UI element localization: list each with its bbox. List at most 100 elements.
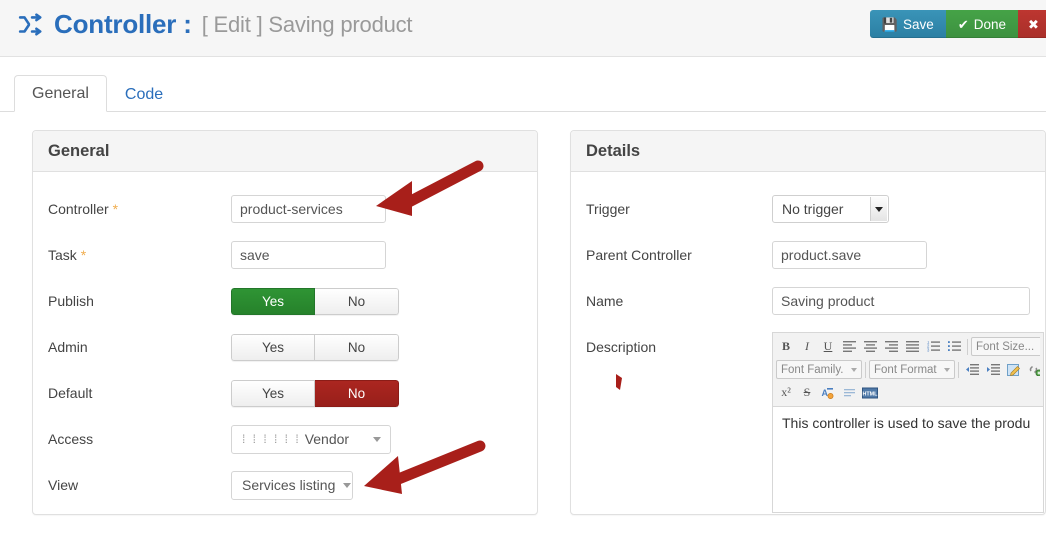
remove-format-icon[interactable]: A <box>818 383 838 403</box>
indent-icon[interactable] <box>983 360 1003 380</box>
parent-controller-input[interactable] <box>772 241 927 269</box>
tab-code[interactable]: Code <box>107 76 181 112</box>
controller-label-text: Controller <box>48 201 109 217</box>
editor-toolbar: B I U 1 2 3 Font Size... Font Family. Fo… <box>773 333 1043 407</box>
task-label: Task * <box>48 247 231 263</box>
trigger-select-value: No trigger <box>782 201 844 217</box>
view-select[interactable]: Services listing <box>231 470 353 500</box>
page-header: Controller : [ Edit ] Saving product 💾 S… <box>0 0 1046 57</box>
publish-toggle-no[interactable]: No <box>315 287 399 315</box>
trigger-label: Trigger <box>586 201 630 217</box>
publish-toggle-yes[interactable]: Yes <box>231 287 315 315</box>
font-size-select-value: Font Size... <box>976 340 1035 353</box>
shuffle-icon <box>18 12 44 38</box>
font-format-select[interactable]: Font Format <box>869 360 955 379</box>
toolbar-separator <box>865 361 866 378</box>
view-label: View <box>48 477 79 493</box>
superscript-icon[interactable]: x² <box>776 383 796 403</box>
toolbar-separator <box>967 338 968 355</box>
name-label: Name <box>586 293 624 309</box>
trigger-select[interactable]: No trigger <box>772 195 889 223</box>
editor-toolbar-row-2: Font Family. Font Format <box>776 358 1040 381</box>
field-row-parent-controller: Parent Controller <box>586 232 1030 278</box>
field-row-task: Task * <box>48 232 522 278</box>
controller-input[interactable] <box>231 195 386 223</box>
name-input[interactable] <box>772 287 1030 315</box>
close-icon: ✖ <box>1028 16 1039 32</box>
floppy-disk-icon: 💾 <box>881 16 899 32</box>
save-button-label: Save <box>903 16 934 32</box>
task-input[interactable] <box>231 241 386 269</box>
required-asterisk: * <box>80 247 87 263</box>
access-indent-marks: ⁞ ⁞ ⁞ ⁞ ⁞ ⁞ <box>242 432 301 446</box>
required-asterisk: * <box>112 201 119 217</box>
access-select-value: Vendor <box>304 431 350 447</box>
page-title-main: Controller : <box>54 9 192 39</box>
field-row-admin: Admin Yes No <box>48 324 522 370</box>
strikethrough-icon[interactable]: S <box>797 383 817 403</box>
numbered-list-icon[interactable]: 123 <box>923 337 943 357</box>
field-row-view: View Services listing <box>48 462 522 508</box>
header-action-buttons: 💾 Save ✔ Done ✖ <box>869 10 1046 38</box>
general-panel: General Controller * Task * Publish <box>32 130 538 515</box>
chevron-down-icon <box>343 482 352 488</box>
outdent-icon[interactable] <box>962 360 982 380</box>
task-label-text: Task <box>48 247 77 263</box>
description-label: Description <box>586 339 657 355</box>
done-button[interactable]: ✔ Done <box>945 10 1018 38</box>
horizontal-rule-icon[interactable] <box>839 383 859 403</box>
font-family-select[interactable]: Font Family. <box>776 360 862 379</box>
general-panel-heading: General <box>33 131 537 172</box>
publish-toggle: Yes No <box>231 287 399 315</box>
admin-toggle-no[interactable]: No <box>315 333 399 361</box>
general-panel-title: General <box>48 141 110 160</box>
access-select[interactable]: ⁞ ⁞ ⁞ ⁞ ⁞ ⁞ Vendor <box>231 424 391 454</box>
bullet-list-icon[interactable] <box>944 337 964 357</box>
font-size-select[interactable]: Font Size... <box>971 337 1040 356</box>
html-source-icon[interactable]: HTML <box>860 383 880 403</box>
admin-toggle-yes[interactable]: Yes <box>231 333 315 361</box>
access-label: Access <box>48 431 94 447</box>
field-row-name: Name <box>586 278 1030 324</box>
field-row-access: Access ⁞ ⁞ ⁞ ⁞ ⁞ ⁞ Vendor <box>48 416 522 462</box>
field-row-description: Description B I U 1 2 3 Font Size... Fon… <box>586 332 1044 513</box>
toolbar-separator <box>958 361 959 378</box>
align-left-icon[interactable] <box>839 337 859 357</box>
svg-text:HTML: HTML <box>863 391 878 397</box>
chevron-down-icon <box>944 367 950 372</box>
details-panel: Details Trigger No trigger Parent Contro… <box>570 130 1046 515</box>
field-row-trigger: Trigger No trigger <box>586 186 1030 232</box>
field-row-default: Default Yes No <box>48 370 522 416</box>
default-toggle-yes[interactable]: Yes <box>231 379 315 407</box>
details-panel-heading: Details <box>571 131 1045 172</box>
svg-text:3: 3 <box>927 348 930 352</box>
done-button-label: Done <box>973 16 1006 32</box>
bold-icon[interactable]: B <box>776 337 796 357</box>
description-editor-content[interactable]: This controller is used to save the prod… <box>773 407 1043 512</box>
admin-toggle: Yes No <box>231 333 399 361</box>
edit-image-icon[interactable] <box>1004 360 1024 380</box>
content-area: General Controller * Task * Publish <box>0 112 1046 515</box>
unlink-icon[interactable] <box>1025 360 1040 380</box>
align-center-icon[interactable] <box>860 337 880 357</box>
align-right-icon[interactable] <box>881 337 901 357</box>
field-row-publish: Publish Yes No <box>48 278 522 324</box>
italic-icon[interactable]: I <box>797 337 817 357</box>
tab-general[interactable]: General <box>14 75 107 112</box>
page-title-subtitle: [ Edit ] Saving product <box>201 11 413 37</box>
editor-toolbar-row-3: x² S A HTML <box>776 381 1040 404</box>
cancel-button[interactable]: ✖ <box>1018 10 1046 38</box>
align-justify-icon[interactable] <box>902 337 922 357</box>
details-panel-title: Details <box>586 141 641 160</box>
page-title: Controller : [ Edit ] Saving product <box>18 9 413 40</box>
font-family-select-value: Font Family. <box>781 363 844 376</box>
check-icon: ✔ <box>957 16 969 32</box>
field-row-controller: Controller * <box>48 186 522 232</box>
save-button[interactable]: 💾 Save <box>869 10 946 38</box>
editor-toolbar-row-1: B I U 1 2 3 Font Size... <box>776 335 1040 358</box>
default-toggle-no[interactable]: No <box>315 379 399 407</box>
description-rich-text-editor: B I U 1 2 3 Font Size... Font Family. Fo… <box>772 332 1044 513</box>
chevron-down-icon <box>373 436 381 442</box>
font-format-select-value: Font Format <box>874 363 937 376</box>
underline-icon[interactable]: U <box>818 337 838 357</box>
